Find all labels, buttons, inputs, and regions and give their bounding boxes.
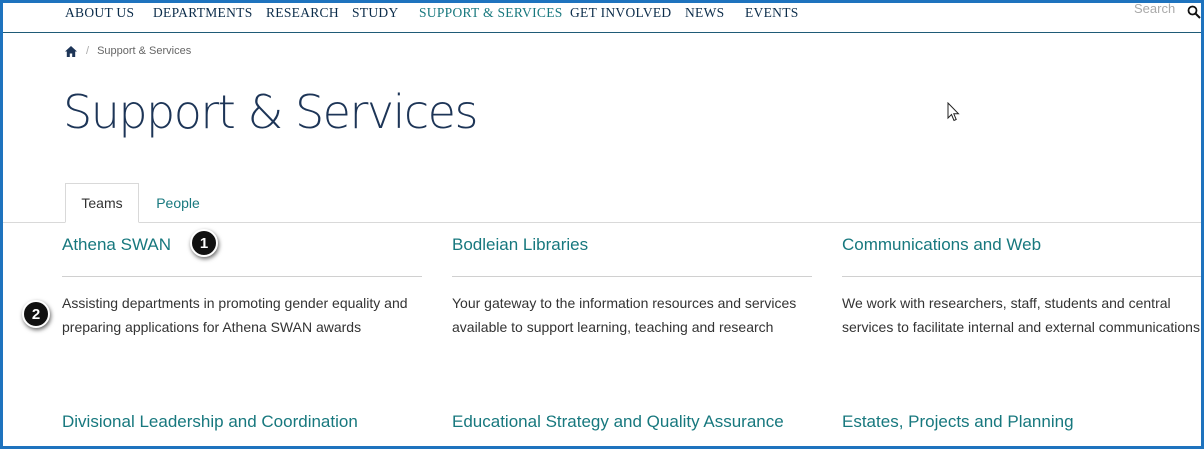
mouse-cursor-icon [947,102,960,122]
nav-research[interactable]: RESEARCH [266,5,339,21]
team-card-estates-projects-planning: Estates, Projects and Planning [842,412,1201,432]
team-link-athena-swan[interactable]: Athena SWAN [62,235,422,255]
team-link-estates-projects-planning[interactable]: Estates, Projects and Planning [842,412,1201,432]
team-link-bodleian-libraries[interactable]: Bodleian Libraries [452,235,812,255]
home-icon[interactable] [65,45,77,57]
nav-events[interactable]: EVENTS [745,5,799,21]
search-icon[interactable] [1187,5,1201,19]
annotation-marker-1: 1 [190,229,218,257]
annotation-marker-2: 2 [22,300,50,328]
team-link-educational-strategy[interactable]: Educational Strategy and Quality Assuran… [452,412,812,432]
tabs-divider [3,222,1201,223]
team-card-athena-swan: Athena SWAN Assisting departments in pro… [62,235,422,335]
team-card-bodleian-libraries: Bodleian Libraries Your gateway to the i… [452,235,812,335]
nav-get-involved[interactable]: GET INVOLVED [570,5,671,21]
team-link-communications-and-web[interactable]: Communications and Web [842,235,1201,255]
tab-people[interactable]: People [139,183,217,223]
nav-news[interactable]: NEWS [685,5,724,21]
team-card-educational-strategy: Educational Strategy and Quality Assuran… [452,412,812,432]
breadcrumb-current: Support & Services [97,45,192,57]
team-divider [452,276,812,277]
breadcrumb-separator: / [86,45,90,57]
team-description: Assisting departments in promoting gende… [62,295,408,335]
team-link-divisional-leadership[interactable]: Divisional Leadership and Coordination [62,412,422,432]
tab-teams[interactable]: Teams [65,183,139,223]
team-card-divisional-leadership: Divisional Leadership and Coordination [62,412,422,432]
nav-departments[interactable]: DEPARTMENTS [153,5,253,21]
breadcrumb: / Support & Services [65,44,191,58]
team-description: Your gateway to the information resource… [452,295,797,335]
team-divider [62,276,422,277]
team-card-communications-and-web: Communications and Web We work with rese… [842,235,1201,335]
nav-study[interactable]: STUDY [352,5,399,21]
search-input[interactable] [1134,3,1186,16]
nav-about-us[interactable]: ABOUT US [65,5,134,21]
nav-support-services[interactable]: SUPPORT & SERVICES [419,5,563,21]
team-description: We work with researchers, staff, student… [842,295,1200,335]
screenshot-frame: ABOUT US DEPARTMENTS RESEARCH STUDY SUPP… [0,0,1204,449]
team-divider [842,276,1201,277]
page-title: Support & Services [63,85,478,139]
top-navigation: ABOUT US DEPARTMENTS RESEARCH STUDY SUPP… [3,3,1201,33]
